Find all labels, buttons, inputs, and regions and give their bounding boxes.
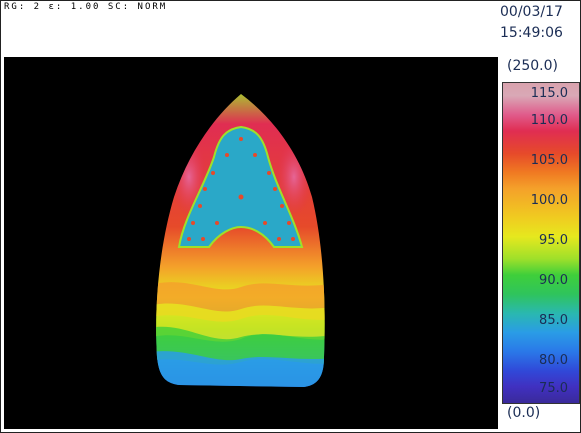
colorbar-tick: 100.0 xyxy=(530,193,568,208)
thermal-image xyxy=(156,94,325,387)
colorbar-tick: 90.0 xyxy=(539,273,568,288)
scale-min-label: (0.0) xyxy=(507,405,541,421)
colorbar-tick: 95.0 xyxy=(539,233,568,248)
colorbar-tick: 80.0 xyxy=(539,353,568,368)
colorbar-tick: 115.0 xyxy=(530,86,568,101)
time-readout: 15:49:06 xyxy=(500,25,563,41)
thermal-image-view[interactable] xyxy=(4,57,498,429)
colorbar-tick: 110.0 xyxy=(530,113,568,128)
status-line: RG: 2 ε: 1.00 SC: NORM xyxy=(4,2,168,12)
scale-max-label: (250.0) xyxy=(507,58,559,74)
colorbar-tick: 75.0 xyxy=(539,381,568,396)
date-readout: 00/03/17 xyxy=(500,4,563,20)
colorbar-tick: 105.0 xyxy=(530,153,568,168)
colorbar-tick: 85.0 xyxy=(539,313,568,328)
